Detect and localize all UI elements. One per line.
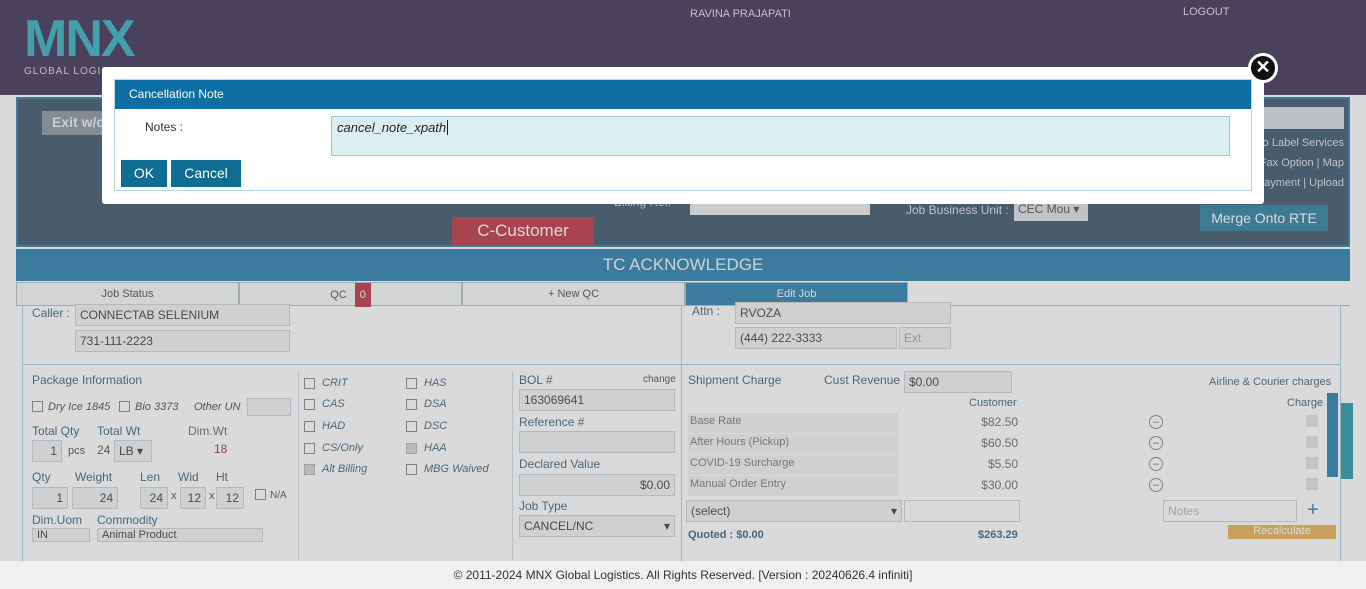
text-cursor	[447, 120, 449, 135]
dialog-body: Cancellation Note Notes : cancel_note_xp…	[114, 79, 1252, 191]
notes-textarea[interactable]: cancel_note_xpath	[331, 116, 1230, 156]
notes-label: Notes :	[145, 120, 184, 134]
footer: © 2011-2024 MNX Global Logistics. All Ri…	[0, 561, 1366, 589]
dialog-title: Cancellation Note	[115, 80, 1251, 109]
cancellation-note-dialog: Cancellation Note Notes : cancel_note_xp…	[102, 67, 1264, 204]
cancel-button[interactable]: Cancel	[171, 160, 241, 187]
close-icon[interactable]: ✕	[1248, 53, 1278, 83]
ok-button[interactable]: OK	[121, 160, 167, 187]
notes-value: cancel_note_xpath	[337, 120, 447, 135]
